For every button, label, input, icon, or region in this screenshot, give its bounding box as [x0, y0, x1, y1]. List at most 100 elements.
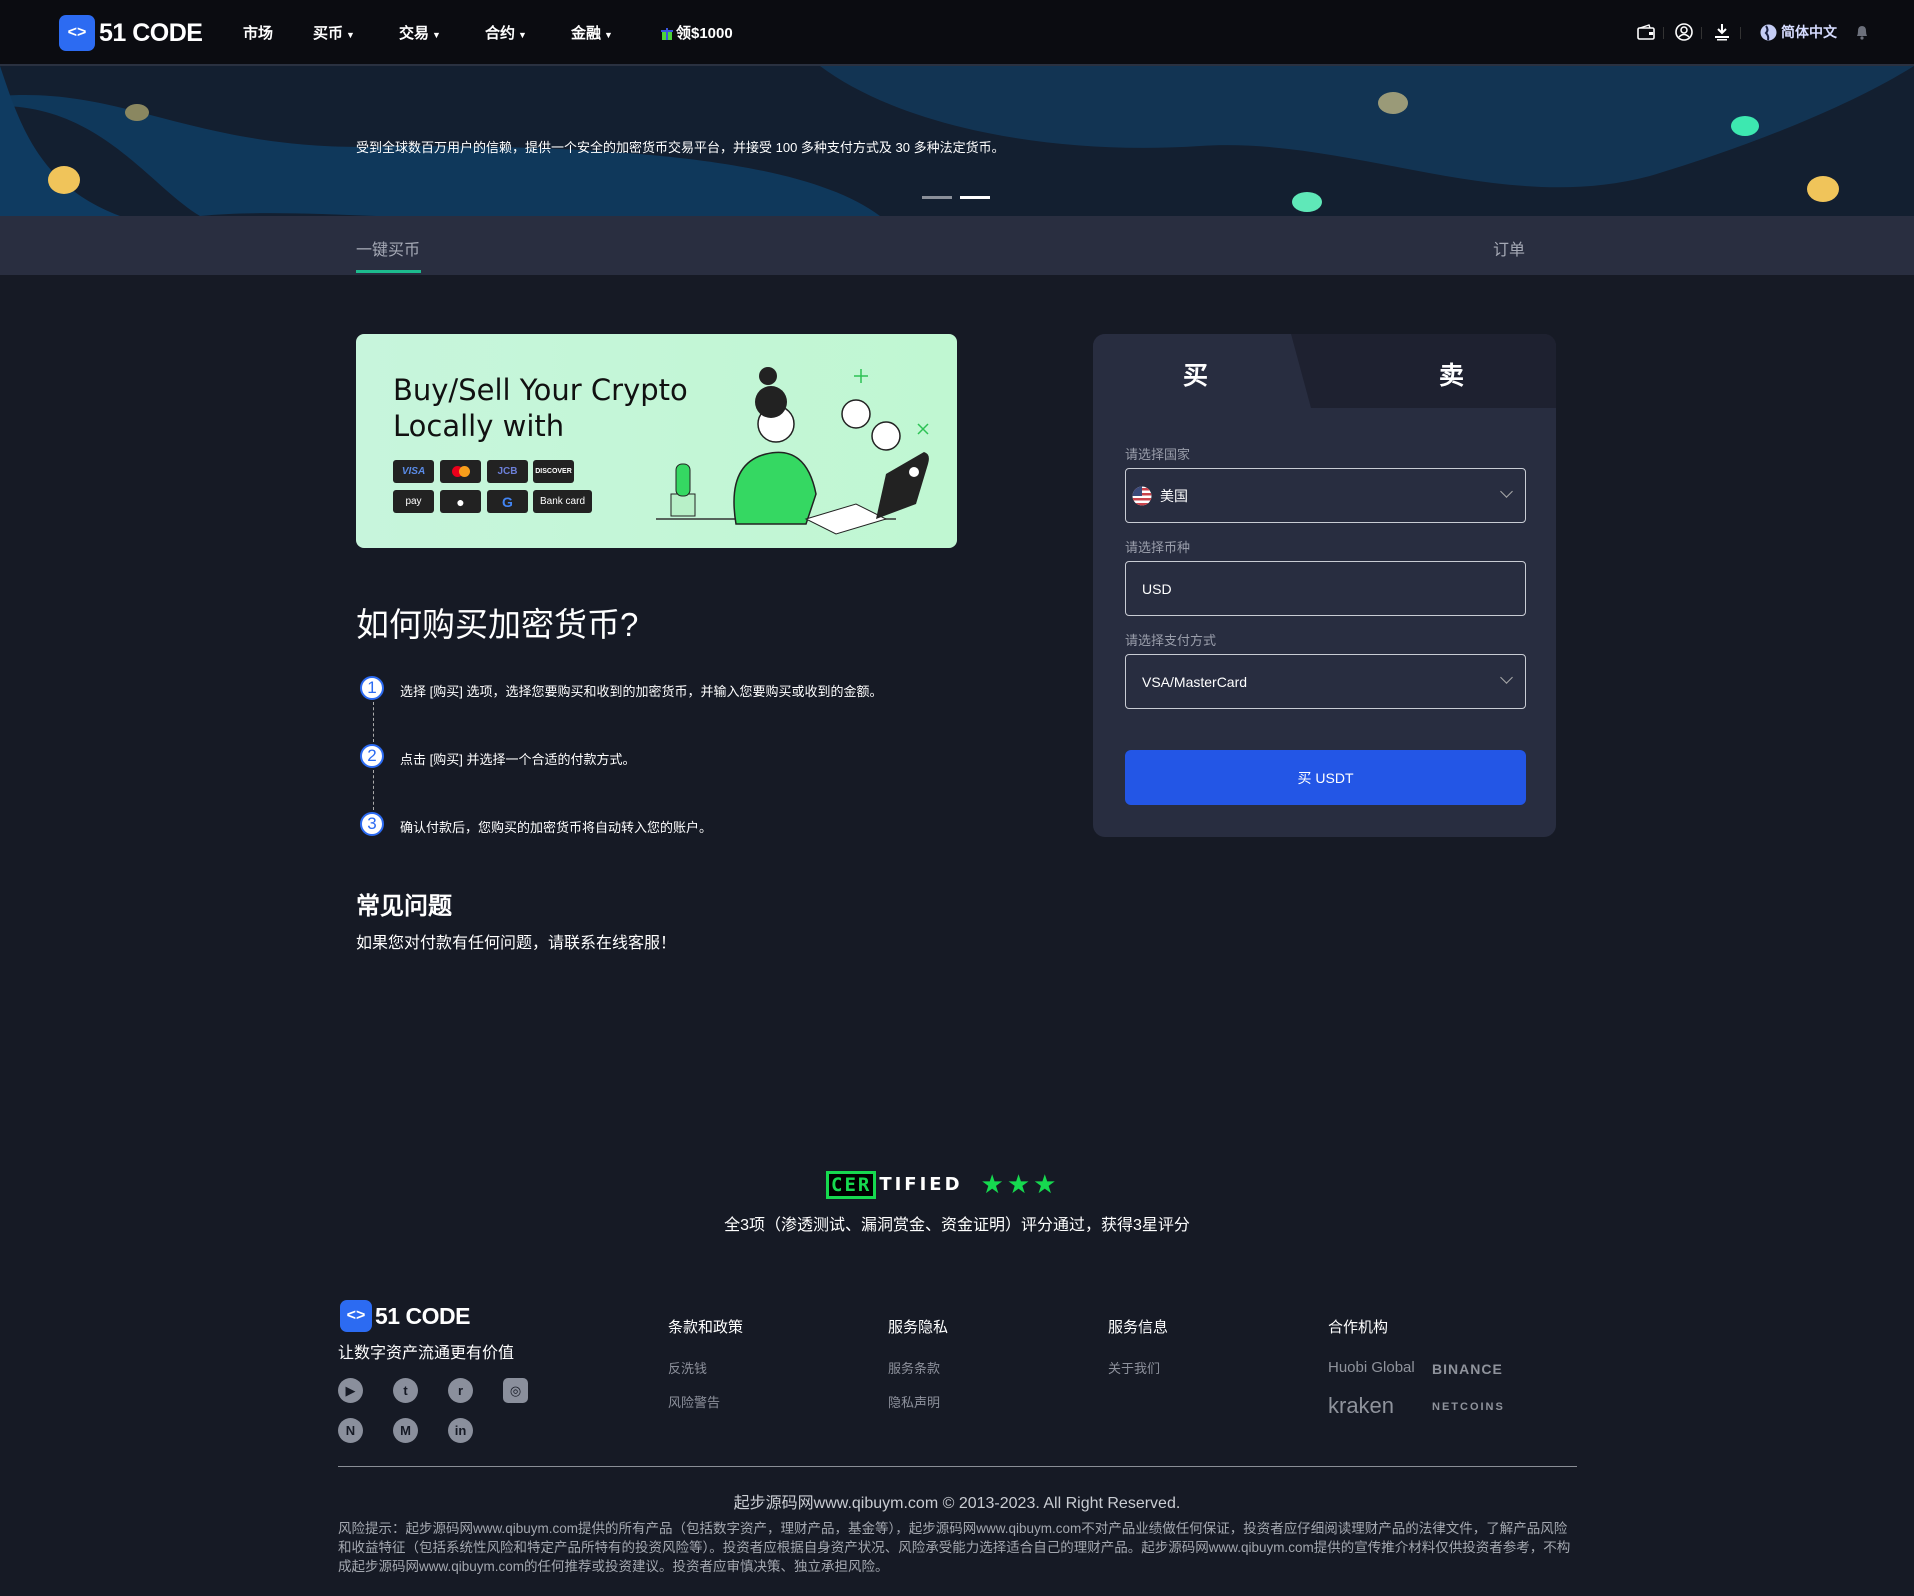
partner-huobi-logo[interactable]: Huobi Global [1328, 1359, 1415, 1376]
footer-slogan: 让数字资产流通更有价值 [338, 1345, 515, 1362]
linkedin-icon[interactable]: in [448, 1418, 473, 1443]
certified-boxed-text: CER [825, 1170, 877, 1199]
buy-usdt-button[interactable]: 买 USDT [1125, 750, 1526, 805]
currency-label: 请选择币种 [1125, 540, 1191, 555]
footer-col-title: 服务隐私 [888, 1319, 949, 1336]
currency-field[interactable]: USD [1125, 561, 1526, 616]
tab-buy[interactable]: 买 [1183, 356, 1208, 392]
logo-mark: <> [59, 15, 95, 51]
footer-col-title: 条款和政策 [668, 1319, 744, 1336]
nav-market[interactable]: 市场 [243, 22, 273, 43]
country-select[interactable]: 美国 [1125, 468, 1526, 523]
footer-link[interactable]: 风险警告 [668, 1392, 720, 1411]
google-pay-icon: G [487, 490, 528, 513]
partner-kraken-logo[interactable]: kraken [1328, 1393, 1394, 1419]
promo-card: Buy/Sell Your Crypto Locally with VISA J… [356, 334, 957, 548]
bell-icon[interactable] [1850, 20, 1874, 44]
twitter-icon[interactable]: t [393, 1378, 418, 1403]
partner-binance-logo[interactable]: BINANCE [1432, 1361, 1503, 1377]
footer-divider [338, 1466, 1577, 1467]
nav-label: 买币 [313, 25, 344, 42]
caret-down-icon: ▼ [604, 30, 613, 40]
bank-card-icon: Bank card [533, 490, 592, 513]
howto-title: 如何购买加密货币? [356, 606, 639, 643]
logo-mark: <> [340, 1300, 372, 1332]
apple-pay-icon: ● [440, 490, 481, 513]
faq-title: 常见问题 [356, 893, 452, 920]
visa-icon: VISA [393, 460, 434, 483]
nav-label: 金融 [571, 25, 602, 42]
step-number: 3 [360, 812, 384, 836]
promo-title-line: Buy/Sell Your Crypto [393, 373, 688, 407]
woman-laptop-illustration [656, 367, 929, 535]
step-text: 点击 [购买] 并选择一个合适的付款方式。 [400, 752, 636, 767]
discover-icon: DISCOVER [533, 460, 574, 483]
slide-indicator-1[interactable] [922, 196, 952, 199]
nav-label: 市场 [243, 25, 274, 42]
step-text: 确认付款后，您购买的加密货币将自动转入您的账户。 [400, 820, 713, 835]
divider [1701, 27, 1702, 39]
coin-icon [125, 104, 149, 121]
chevron-down-icon [1500, 671, 1513, 684]
nav-promo[interactable]: 领$1000 [661, 22, 733, 43]
partner-netcoins-logo[interactable]: NETCOINS [1432, 1401, 1505, 1413]
certified-description: 全3项（渗透测试、漏洞赏金、资金证明）评分通过，获得3星评分 [724, 1217, 1190, 1234]
caret-down-icon: ▼ [432, 30, 441, 40]
tab-sell[interactable]: 卖 [1439, 356, 1464, 392]
instagram-icon[interactable]: ◎ [503, 1378, 528, 1403]
footer-col-title: 服务信息 [1108, 1319, 1169, 1336]
footer-link[interactable]: 隐私声明 [888, 1392, 940, 1411]
coin-icon [1378, 92, 1408, 114]
notion-icon[interactable]: N [338, 1418, 363, 1443]
payment-select[interactable]: VSA/MasterCard [1125, 654, 1526, 709]
page-tabs: 一键买币 订单 [0, 216, 1914, 275]
logo[interactable]: <> 51 CODE [59, 15, 203, 51]
country-value: 美国 [1160, 487, 1188, 504]
coin-icon [1807, 176, 1839, 202]
footer-link[interactable]: 关于我们 [1108, 1358, 1160, 1377]
divider [1663, 27, 1664, 39]
promo-title-line: Locally with [393, 409, 565, 443]
language-label: 简体中文 [1781, 24, 1837, 40]
nav-trade[interactable]: 交易 ▼ [399, 22, 441, 43]
logo-text: 51 CODE [99, 18, 203, 47]
footer-link[interactable]: 反洗钱 [668, 1358, 707, 1377]
copyright: 起步源码网www.qibuym.com © 2013-2023. All Rig… [733, 1495, 1181, 1512]
payment-label: 请选择支付方式 [1125, 633, 1217, 648]
nav-buy[interactable]: 买币 ▼ [313, 22, 355, 43]
active-tab-indicator [356, 270, 421, 273]
reddit-icon[interactable]: r [448, 1378, 473, 1403]
coin-icon [48, 166, 80, 194]
top-nav: <> 51 CODE 市场 买币 ▼ 交易 ▼ 合约 ▼ 金融 ▼ 领$1000 简体中… [0, 0, 1914, 66]
language-selector[interactable]: 简体中文 [1760, 22, 1837, 42]
banner-text: 受到全球数百万用户的信赖，提供一个安全的加密货币交易平台，并接受 100 多种支… [356, 140, 1005, 155]
youtube-icon[interactable]: ▶ [338, 1378, 363, 1403]
wallet-icon[interactable] [1634, 20, 1658, 44]
payment-value: VSA/MasterCard [1142, 673, 1248, 690]
tab-orders[interactable]: 订单 [1493, 236, 1525, 260]
coin-icon [1292, 192, 1322, 212]
country-label: 请选择国家 [1125, 447, 1191, 462]
user-icon[interactable] [1672, 20, 1696, 44]
mastercard-icon [440, 460, 481, 483]
footer-col-title: 合作机构 [1328, 1319, 1389, 1336]
medium-icon[interactable]: M [393, 1418, 418, 1443]
footer-link[interactable]: 服务条款 [888, 1358, 940, 1377]
step-text: 选择 [购买] 选项，选择您要购买和收到的加密货币，并输入您要购买或收到的金额。 [400, 684, 883, 699]
caret-down-icon: ▼ [518, 30, 527, 40]
risk-disclaimer: 风险提示：起步源码网www.qibuym.com提供的所有产品（包括数字资产，理… [338, 1521, 1571, 1574]
slide-indicator-2[interactable] [960, 196, 990, 199]
gift-icon [661, 27, 673, 40]
step-number: 2 [360, 744, 384, 768]
certified-badge: CER TIFIED ★★★ [825, 1169, 1060, 1200]
tab-quick-buy[interactable]: 一键买币 [356, 236, 420, 260]
star-rating-icon: ★★★ [980, 1169, 1060, 1199]
chevron-down-icon [1500, 485, 1513, 498]
download-icon[interactable] [1710, 20, 1734, 44]
footer-logo[interactable]: <> 51 CODE [340, 1300, 470, 1332]
caret-down-icon: ▼ [346, 30, 355, 40]
coin-icon [1731, 116, 1759, 136]
nav-contract[interactable]: 合约 ▼ [485, 22, 527, 43]
step-connector [373, 770, 374, 810]
nav-finance[interactable]: 金融 ▼ [571, 22, 613, 43]
